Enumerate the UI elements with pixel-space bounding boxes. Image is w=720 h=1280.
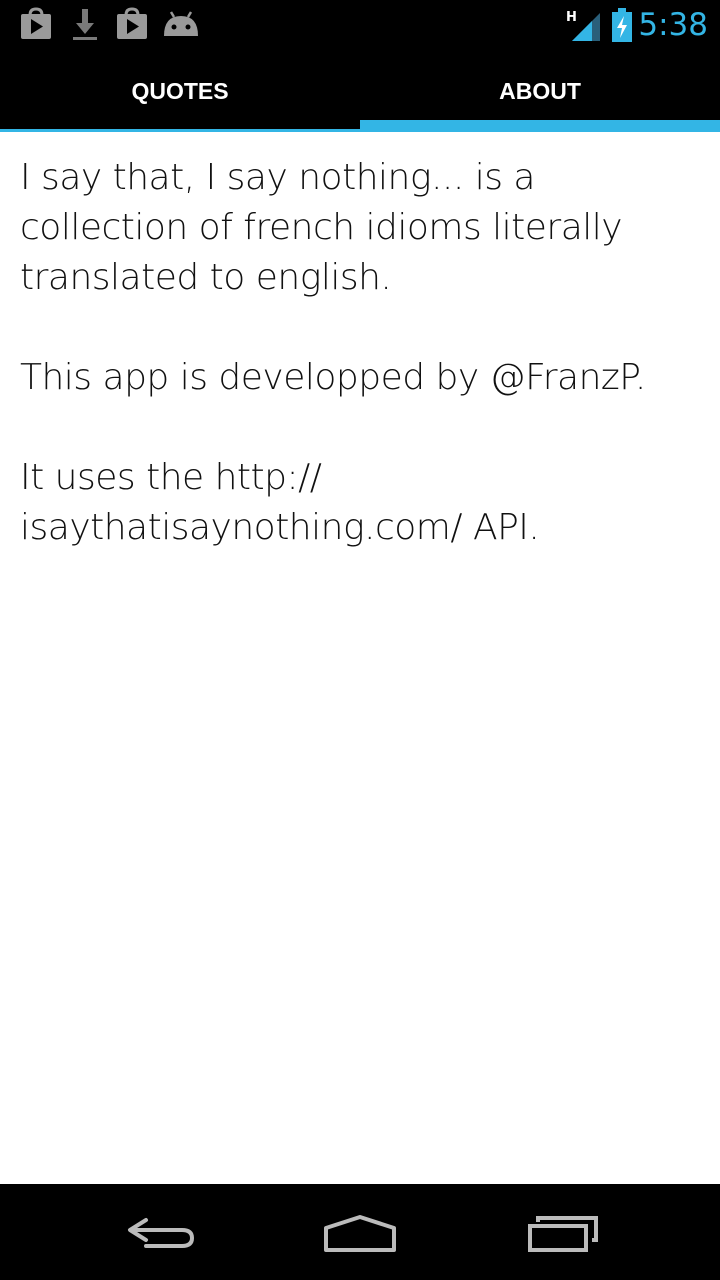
- shopping-bag-icon: [114, 6, 150, 46]
- tab-quotes[interactable]: QUOTES: [0, 50, 360, 132]
- signal-icon: H: [566, 8, 602, 46]
- android-icon: [162, 6, 200, 46]
- battery-charging-icon: [610, 8, 634, 46]
- tab-selected-indicator: [360, 120, 720, 132]
- about-developer: This app is developped by @FranzP.: [20, 357, 646, 398]
- download-icon: [70, 6, 100, 46]
- recent-apps-icon: [528, 1216, 598, 1252]
- svg-text:H: H: [566, 10, 577, 25]
- about-content: I say that, I say nothing... is a collec…: [20, 153, 700, 603]
- back-button[interactable]: [90, 1184, 230, 1280]
- play-store-icon: [18, 6, 54, 46]
- clock: 5:38: [638, 7, 708, 43]
- recent-apps-button[interactable]: [492, 1184, 632, 1280]
- about-description: I say that, I say nothing... is a collec…: [20, 157, 623, 298]
- home-button[interactable]: [290, 1184, 430, 1280]
- back-icon: [128, 1218, 195, 1248]
- tab-bar: QUOTES ABOUT: [0, 50, 720, 132]
- navigation-bar: [0, 1184, 720, 1280]
- status-bar: H 5:38: [0, 0, 720, 50]
- home-icon: [324, 1215, 396, 1252]
- about-api: It uses the http:// isaythatisaynothing.…: [20, 457, 540, 548]
